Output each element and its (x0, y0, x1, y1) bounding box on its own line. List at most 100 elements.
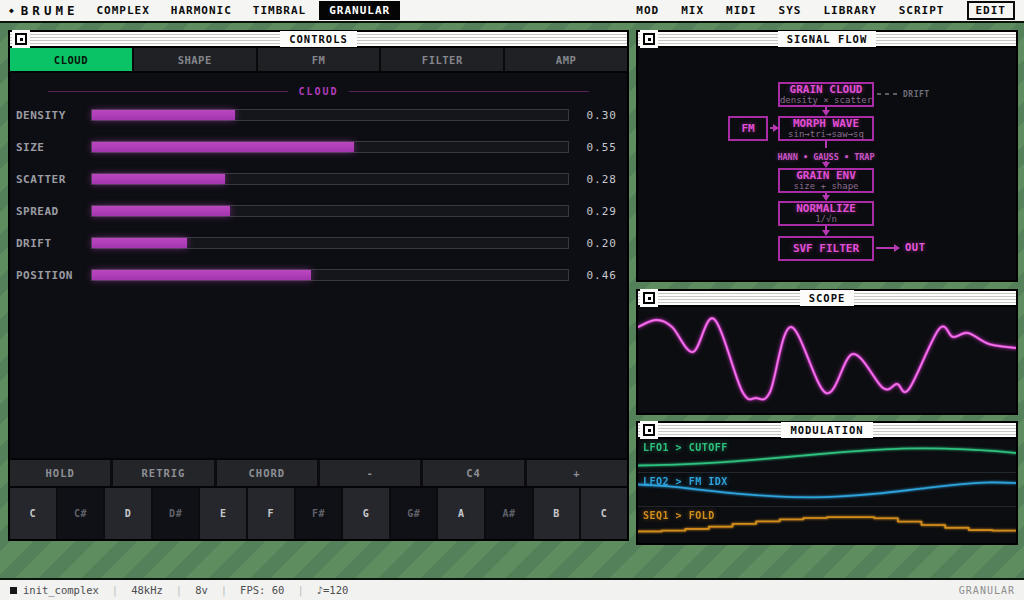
drift-label: DRIFT (903, 90, 930, 99)
top-menu-bar: ◆ BRUME COMPLEX HARMONIC TIMBRAL GRANULA… (0, 0, 1024, 23)
button-hold[interactable]: HOLD (10, 460, 110, 486)
section-label: CLOUD (298, 86, 338, 97)
key-b[interactable]: B (534, 488, 580, 539)
fm-arrowhead (773, 124, 779, 132)
fps: FPS: 60 (240, 584, 284, 596)
slider-value: 0.20 (569, 237, 617, 250)
menu-item-timbral[interactable]: TIMBRAL (253, 4, 306, 17)
menu-item-mod[interactable]: MOD (636, 4, 659, 17)
diamond-icon: ◆ (9, 6, 14, 15)
slider-track[interactable] (91, 109, 569, 121)
slider-fill (92, 142, 354, 152)
slider-list: DENSITY0.30SIZE0.55SCATTER0.28SPREAD0.29… (10, 99, 627, 291)
section-header: CLOUD (48, 85, 589, 97)
panel-dot-icon[interactable] (643, 424, 655, 436)
signal-flow-title: SIGNAL FLOW (778, 31, 877, 47)
slider-value: 0.28 (569, 173, 617, 186)
preset-name: init_complex (23, 584, 99, 596)
flow-arrow-down (825, 141, 827, 148)
slider-label: SCATTER (14, 173, 91, 186)
modulation-panel: MODULATION LFO1 > CUTOFF LFO2 > FM IDX SEQ… (636, 421, 1018, 545)
controls-titlebar[interactable]: CONTROLS (10, 32, 627, 48)
slider-label: SPREAD (14, 205, 91, 218)
modulation-lanes: LFO1 > CUTOFF LFO2 > FM IDX SEQ1 > FOLD (638, 439, 1016, 543)
flow-node-fm: FM (728, 116, 768, 141)
key-e[interactable]: E (200, 488, 246, 539)
slider-label: DENSITY (14, 109, 91, 122)
slider-track[interactable] (91, 205, 569, 217)
key-gs[interactable]: G# (391, 488, 437, 539)
key-cs[interactable]: C# (58, 488, 104, 539)
slider-row-position: POSITION0.46 (10, 259, 627, 291)
slider-label: DRIFT (14, 237, 91, 250)
slider-fill (92, 174, 225, 184)
menu-item-granular[interactable]: GRANULAR (319, 1, 400, 20)
tab-shape[interactable]: SHAPE (134, 48, 258, 71)
slider-row-drift: DRIFT 0.20 (10, 227, 627, 259)
scope-panel: SCOPE (636, 289, 1018, 415)
app-name: BRUME (21, 3, 79, 18)
key-fs[interactable]: F# (296, 488, 342, 539)
modulation-titlebar[interactable]: MODULATION (638, 423, 1016, 439)
menu-item-sys[interactable]: SYS (779, 4, 802, 17)
panel-dot-icon[interactable] (643, 33, 655, 45)
button-sym[interactable]: - (320, 460, 420, 486)
panel-dot-icon[interactable] (643, 292, 655, 304)
mode-label: GRANULAR (959, 585, 1015, 596)
slider-fill (92, 270, 311, 280)
app-logo: ◆ BRUME (9, 3, 78, 18)
key-ds[interactable]: D# (153, 488, 199, 539)
slider-fill (92, 110, 235, 120)
menu-item-script[interactable]: SCRIPT (899, 4, 945, 17)
panel-dot-icon[interactable] (15, 33, 27, 45)
menu-item-midi[interactable]: MIDI (726, 4, 757, 17)
slider-track[interactable] (91, 237, 569, 249)
menu-item-mix[interactable]: MIX (681, 4, 704, 17)
tab-cloud[interactable]: CLOUD (10, 48, 134, 71)
menu-item-complex[interactable]: COMPLEX (96, 4, 149, 17)
slider-row-density: DENSITY 0.30 (10, 99, 627, 131)
performance-buttons: HOLDRETRIGCHORD-C4+ (10, 458, 627, 486)
key-c[interactable]: C (581, 488, 627, 539)
signal-flow-titlebar[interactable]: SIGNAL FLOW (638, 32, 1016, 48)
flow-node-grain-cloud: GRAIN CLOUD density × scatter (778, 82, 874, 107)
key-d[interactable]: D (105, 488, 151, 539)
slider-fill (92, 238, 187, 248)
tab-filter[interactable]: FILTER (381, 48, 505, 71)
mod-lane-label: LFO1 > CUTOFF (643, 442, 728, 453)
mod-lane-3: SEQ1 > FOLD (638, 506, 1016, 543)
button-retrig[interactable]: RETRIG (113, 460, 213, 486)
key-as[interactable]: A# (486, 488, 532, 539)
scope-titlebar[interactable]: SCOPE (638, 291, 1016, 307)
menu-item-harmonic[interactable]: HARMONIC (171, 4, 232, 17)
button-c4[interactable]: C4 (423, 460, 523, 486)
slider-track[interactable] (91, 269, 569, 281)
slider-track[interactable] (91, 141, 569, 153)
out-arrowhead (894, 244, 900, 252)
out-label: OUT (905, 241, 925, 253)
tab-amp[interactable]: AMP (505, 48, 627, 71)
slider-value: 0.30 (569, 109, 617, 122)
tab-fm[interactable]: FM (258, 48, 382, 71)
flow-node-svf-filter: SVF FILTER (778, 236, 874, 261)
out-arrow (876, 247, 894, 249)
slider-label: SIZE (14, 141, 91, 154)
menu-item-library[interactable]: LIBRARY (823, 4, 876, 17)
slider-track[interactable] (91, 173, 569, 185)
button-sym[interactable]: + (527, 460, 627, 486)
modulation-title: MODULATION (781, 422, 872, 438)
flow-arrowhead (822, 230, 830, 236)
key-c[interactable]: C (10, 488, 56, 539)
mod-lane-label: LFO2 > FM IDX (643, 476, 728, 487)
slider-value: 0.55 (569, 141, 617, 154)
flow-node-grain-env: GRAIN ENV size + shape (778, 168, 874, 193)
key-g[interactable]: G (343, 488, 389, 539)
button-chord[interactable]: CHORD (217, 460, 317, 486)
edit-button[interactable]: EDIT (967, 1, 1016, 20)
flow-node-normalize: NORMALIZE 1/√n (778, 201, 874, 226)
slider-fill (92, 206, 230, 216)
signal-flow-diagram: GRAIN CLOUD density × scatter FM MORPH W… (638, 48, 1016, 280)
key-f[interactable]: F (248, 488, 294, 539)
key-a[interactable]: A (438, 488, 484, 539)
scope-title: SCOPE (800, 290, 855, 306)
